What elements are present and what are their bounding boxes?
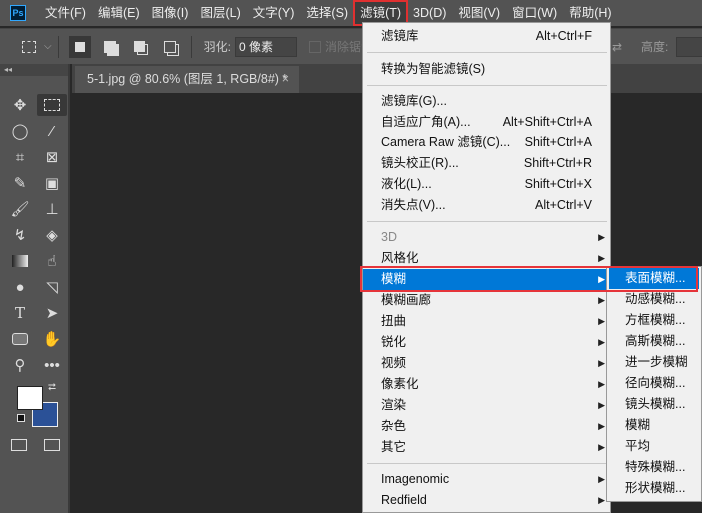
menu-image[interactable]: 图像(I) — [147, 2, 194, 24]
menu-item-liquify[interactable]: 液化(L)... Shift+Ctrl+X — [363, 174, 610, 195]
menu-item-vanishing-point[interactable]: 消失点(V)... Alt+Ctrl+V — [363, 195, 610, 216]
swap-icon[interactable]: ⇄ — [612, 40, 622, 54]
photoshop-logo: Ps — [10, 5, 26, 21]
magic-wand-icon[interactable]: ⁄ — [37, 120, 67, 142]
feather-input[interactable]: 0 像素 — [234, 36, 297, 57]
type-tool-icon[interactable]: T — [5, 302, 35, 324]
menu-item-noise[interactable]: 杂色 ▶ — [363, 416, 610, 437]
menu-item-pixelate[interactable]: 像素化 ▶ — [363, 374, 610, 395]
marquee-tool-icon[interactable] — [37, 94, 67, 116]
screen-mode-icon[interactable] — [44, 439, 60, 451]
menu-item-distort[interactable]: 扭曲 ▶ — [363, 311, 610, 332]
menu-item-last-filter[interactable]: 滤镜库 Alt+Ctrl+F — [363, 26, 610, 47]
menu-layer[interactable]: 图层(L) — [195, 2, 245, 24]
add-selection-icon[interactable] — [99, 36, 121, 58]
menu-item-adaptive-wide[interactable]: 自适应广角(A)... Alt+Shift+Ctrl+A — [363, 112, 610, 133]
quick-mask-icon[interactable] — [11, 439, 27, 451]
zoom-tool-icon[interactable]: ⚲ — [5, 354, 35, 376]
menu-item-imagenomic[interactable]: Imagenomic ▶ — [363, 469, 610, 490]
menu-3d[interactable]: 3D(D) — [408, 2, 451, 24]
patch-tool-icon[interactable]: ▣ — [37, 172, 67, 194]
menu-item-3d[interactable]: 3D ▶ — [363, 227, 610, 248]
lasso-tool-icon[interactable]: ◯ — [5, 120, 35, 142]
hand-tool-icon[interactable]: ✋ — [37, 328, 67, 350]
collapse-icon[interactable]: ◂◂ — [0, 64, 68, 76]
antialias-checkbox[interactable] — [308, 40, 321, 53]
menu-item-camera-raw[interactable]: Camera Raw 滤镜(C)... Shift+Ctrl+A — [363, 132, 610, 153]
shape-tool-icon[interactable] — [5, 328, 35, 350]
close-icon[interactable]: × — [282, 66, 289, 93]
blur-submenu: 表面模糊... 动感模糊... 方框模糊... 高斯模糊... 进一步模糊 径向… — [606, 266, 702, 502]
submenu-lens-blur[interactable]: 镜头模糊... — [607, 394, 701, 415]
submenu-motion-blur[interactable]: 动感模糊... — [607, 289, 701, 310]
menu-item-other[interactable]: 其它 ▶ — [363, 437, 610, 458]
stamp-tool-icon[interactable]: ⊥ — [37, 198, 67, 220]
brush-tool-icon[interactable]: 🖌 — [5, 198, 35, 220]
crop-tool-icon[interactable]: ⌗ — [5, 146, 35, 168]
menu-type[interactable]: 文字(Y) — [248, 2, 300, 24]
smudge-tool-icon[interactable]: ☝ — [37, 250, 67, 272]
menu-item-render[interactable]: 渲染 ▶ — [363, 395, 610, 416]
chevron-down-icon[interactable]: ⌵ — [44, 41, 52, 52]
menu-item-filter-gallery[interactable]: 滤镜库(G)... — [363, 91, 610, 112]
swap-colors-icon[interactable]: ⮂ — [48, 382, 56, 393]
submenu-blur-more[interactable]: 进一步模糊 — [607, 352, 701, 373]
feather-label: 羽化: — [203, 40, 231, 54]
menu-item-blur-gallery[interactable]: 模糊画廊 ▶ — [363, 290, 610, 311]
menu-item-redfield[interactable]: Redfield ▶ — [363, 490, 610, 511]
subtract-selection-icon[interactable] — [129, 36, 151, 58]
path-select-icon[interactable]: ➤ — [37, 302, 67, 324]
menu-edit[interactable]: 编辑(E) — [93, 2, 145, 24]
submenu-average[interactable]: 平均 — [607, 436, 701, 457]
submenu-smart-blur[interactable]: 特殊模糊... — [607, 457, 701, 478]
submenu-radial-blur[interactable]: 径向模糊... — [607, 373, 701, 394]
document-title: 5-1.jpg @ 80.6% (图层 1, RGB/8#) * — [87, 72, 288, 86]
gradient-tool-icon[interactable] — [5, 250, 35, 272]
toolbox: ◂◂ ✥ ◯ ⁄ ⌗ ⊠ ✎ ▣ 🖌 ⊥ ↯ ◈ ☝ ● ◹ T ➤ ✋ ⚲ •… — [0, 64, 70, 513]
menu-item-sharpen[interactable]: 锐化 ▶ — [363, 332, 610, 353]
move-tool-icon[interactable]: ✥ — [5, 94, 35, 116]
document-tab[interactable]: 5-1.jpg @ 80.6% (图层 1, RGB/8#) * × — [75, 66, 299, 93]
history-brush-icon[interactable]: ↯ — [5, 224, 35, 246]
menu-item-lens-correction[interactable]: 镜头校正(R)... Shift+Ctrl+R — [363, 153, 610, 174]
menu-item-video[interactable]: 视频 ▶ — [363, 353, 610, 374]
submenu-shape-blur[interactable]: 形状模糊... — [607, 478, 701, 499]
dodge-tool-icon[interactable]: ● — [5, 276, 35, 298]
eyedropper-icon[interactable]: ✎ — [5, 172, 35, 194]
intersect-selection-icon[interactable] — [159, 36, 181, 58]
menu-view[interactable]: 视图(V) — [453, 2, 505, 24]
frame-tool-icon[interactable]: ⊠ — [37, 146, 67, 168]
menu-help[interactable]: 帮助(H) — [564, 2, 616, 24]
annotation-highlight-box — [360, 266, 698, 292]
eraser-tool-icon[interactable]: ◈ — [37, 224, 67, 246]
menu-filter[interactable]: 滤镜(T) — [353, 0, 409, 26]
pen-tool-icon[interactable]: ◹ — [37, 276, 67, 298]
submenu-box-blur[interactable]: 方框模糊... — [607, 310, 701, 331]
new-selection-icon[interactable] — [68, 35, 91, 58]
menu-item-convert-smart[interactable]: 转换为智能滤镜(S) — [363, 59, 610, 80]
height-input[interactable] — [676, 36, 702, 57]
marquee-preset-icon[interactable] — [18, 36, 40, 58]
menu-select[interactable]: 选择(S) — [301, 2, 353, 24]
menu-file[interactable]: 文件(F) — [40, 2, 91, 24]
default-colors-icon[interactable] — [17, 414, 25, 422]
antialias-label: 消除锯齿 — [324, 40, 365, 54]
submenu-blur[interactable]: 模糊 — [607, 415, 701, 436]
submenu-gaussian-blur[interactable]: 高斯模糊... — [607, 331, 701, 352]
height-label: 高度: — [641, 40, 669, 54]
foreground-color-swatch[interactable] — [17, 386, 43, 410]
more-tools-icon[interactable]: ••• — [37, 354, 67, 376]
menu-window[interactable]: 窗口(W) — [507, 2, 562, 24]
